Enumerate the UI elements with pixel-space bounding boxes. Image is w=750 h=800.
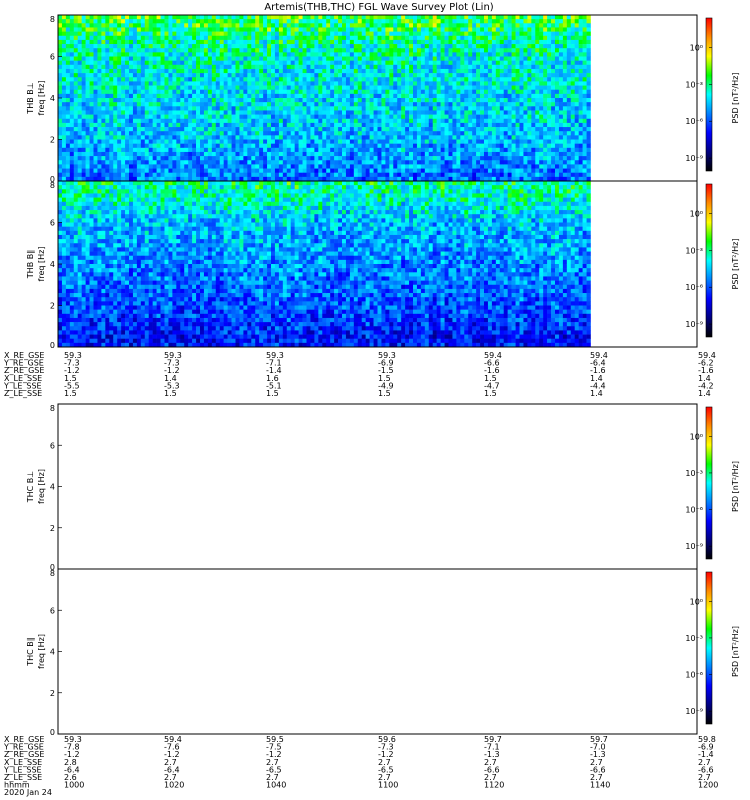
colorbar [705,571,713,725]
colorbar-label: PSD [nT²/Hz] [731,626,740,677]
colorbar [705,17,713,172]
y-tick-label: 6 [50,441,55,450]
colorbar-tick-label: 10⁰ [690,209,703,218]
panel-label: THC B⊥ [26,471,35,504]
ephem-value: 1000 [64,781,84,790]
panel-label: THC B∥ [26,637,35,667]
ephem-value: 1.5 [164,389,177,398]
ephem-value: 1020 [164,781,184,790]
ephem-value: 1120 [484,781,504,790]
panel-2: 0 2 4 6 8 THB B∥ freq [Hz] 10⁰ 10⁻³ 10⁻⁶ 10⁻⁹ PSD [… [26,180,740,350]
y-axis-label: freq [Hz] [37,81,46,116]
ephem-value: 1.5 [378,389,391,398]
colorbar-tick-label: 10⁻⁹ [685,542,703,551]
ephemeris-table-top: X_RE_GSEY_RE_GSEZ_RE_GSEX_LE_SSEY_LE_SSE… [3,351,716,398]
ephem-value: 1200 [698,781,718,790]
colorbar [705,183,713,338]
colorbar-tick-label: 10⁻⁶ [685,117,703,126]
colorbar-tick-label: 10⁰ [690,432,703,441]
spectrogram [58,181,591,348]
ephem-value: 1.4 [698,389,711,398]
y-tick-label: 6 [50,606,55,615]
y-tick-label: 2 [50,524,55,533]
ephemeris-table-bottom: X_RE_GSEY_RE_GSEZ_RE_GSEX_LE_SSEY_LE_SSE… [3,735,718,797]
y-tick-label: 8 [50,181,55,190]
ephem-value: 1140 [590,781,610,790]
colorbar-tick-label: 10⁻³ [685,634,703,643]
colorbar [705,406,713,560]
colorbar-tick-label: 10⁻³ [685,246,703,255]
y-tick-label: 4 [50,94,55,103]
ephem-row-label: 2020 Jan 24 [4,788,52,797]
ephem-value: 1100 [378,781,398,790]
colorbar-tick-label: 10⁻⁹ [685,154,703,163]
wave-survey-plot: Artemis(THB,THC) FGL Wave Survey Plot (L… [3,2,740,797]
spectrogram [58,15,591,182]
ephem-value: 1.4 [590,389,603,398]
colorbar-tick-label: 10⁻⁹ [685,707,703,716]
y-tick-label: 0 [50,728,55,737]
y-axis-label: freq [Hz] [37,247,46,282]
y-tick-label: 2 [50,689,55,698]
y-tick-label: 6 [50,219,55,228]
y-axis-label: freq [Hz] [37,634,46,669]
plot-frame [57,568,698,735]
colorbar-tick-label: 10⁰ [690,597,703,606]
colorbar-tick-label: 10⁰ [690,43,703,52]
colorbar-label: PSD [nT²/Hz] [731,239,740,290]
plot-frame [57,403,698,570]
panel-label: THB B⊥ [26,82,35,114]
y-tick-label: 8 [50,15,55,24]
y-tick-label: 4 [50,260,55,269]
y-tick-label: 2 [50,136,55,145]
y-tick-label: 4 [50,483,55,492]
panel-3: 02468THC B⊥ freq [Hz]10⁰10⁻³10⁻⁶10⁻⁹PSD [… [26,403,740,572]
plot-title: Artemis(THB,THC) FGL Wave Survey Plot (L… [264,2,493,13]
ephem-value: 1.5 [484,389,497,398]
colorbar-tick-label: 10⁻⁶ [685,283,703,292]
ephem-value: 1040 [266,781,286,790]
colorbar-tick-label: 10⁻⁶ [685,671,703,680]
y-tick-label: 0 [50,341,55,350]
ephem-value: 1.5 [266,389,279,398]
panel-1: 02468THB B⊥ freq [Hz]10⁰10⁻³10⁻⁶10⁻⁹PSD [… [26,14,740,184]
panel-label: THB B∥ [26,250,35,279]
colorbar-tick-label: 10⁻³ [685,80,703,89]
colorbar-tick-label: 10⁻⁹ [685,320,703,329]
y-tick-label: 8 [50,569,55,578]
colorbar-label: PSD [nT²/Hz] [731,73,740,124]
colorbar-tick-label: 10⁻⁶ [685,506,703,515]
ephem-row-label: Z_LE_SSE [4,389,42,398]
panel-4: 0 2 4 6 8 THC B∥ freq [Hz] 10⁰ 10⁻³ 10⁻⁶ 10⁻⁹ PSD [… [26,568,740,737]
y-tick-label: 4 [50,648,55,657]
y-axis-label: freq [Hz] [37,469,46,504]
colorbar-label: PSD [nT²/Hz] [731,461,740,512]
ephem-value: 1.5 [64,389,77,398]
y-tick-label: 6 [50,53,55,62]
colorbar-tick-label: 10⁻³ [685,469,703,478]
y-tick-label: 8 [50,404,55,413]
y-tick-label: 2 [50,302,55,311]
